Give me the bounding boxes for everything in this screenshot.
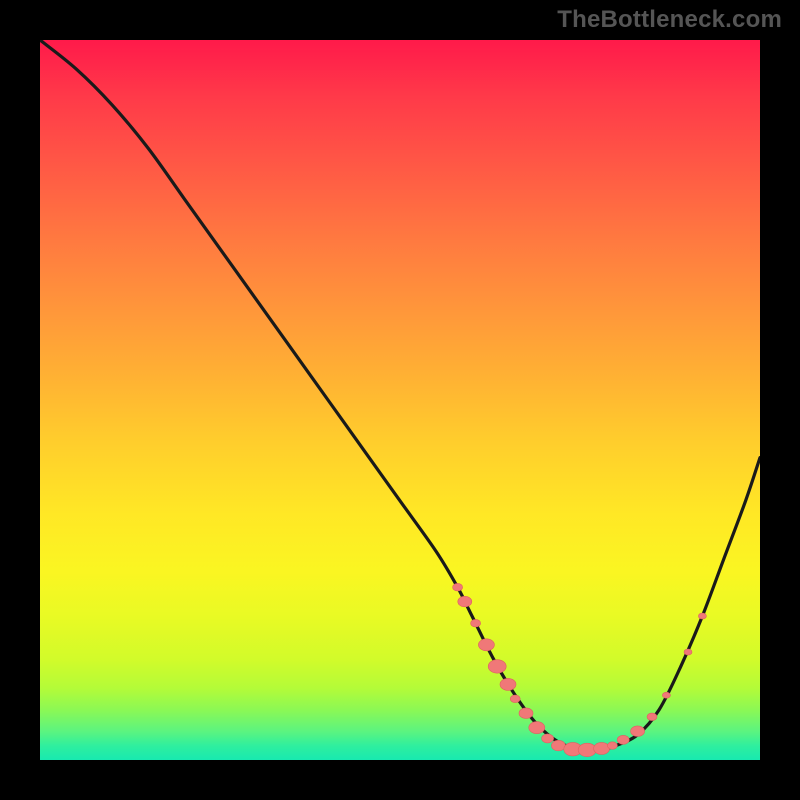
marker-dot	[458, 596, 472, 607]
bottleneck-curve	[40, 40, 760, 750]
marker-dot	[698, 613, 706, 619]
marker-dot	[510, 695, 520, 703]
chart-frame: { "watermark": "TheBottleneck.com", "col…	[0, 0, 800, 800]
marker-dot	[551, 740, 565, 751]
marker-dot	[617, 735, 629, 744]
marker-dot	[488, 660, 506, 674]
marker-dot	[500, 678, 516, 690]
marker-dot	[453, 583, 463, 591]
watermark-text: TheBottleneck.com	[557, 6, 782, 34]
marker-dot	[594, 742, 610, 754]
marker-dot	[684, 649, 692, 655]
marker-dot	[662, 692, 670, 698]
plot-area	[40, 40, 760, 760]
marker-dot	[647, 713, 657, 721]
curve-layer	[40, 40, 760, 760]
marker-dot	[478, 639, 494, 651]
marker-dot	[631, 726, 645, 737]
marker-dot	[578, 743, 596, 757]
marker-dot	[542, 734, 554, 743]
data-markers	[453, 583, 707, 756]
marker-dot	[529, 722, 545, 734]
marker-dot	[519, 708, 533, 719]
marker-dot	[607, 742, 617, 750]
marker-dot	[471, 619, 481, 627]
